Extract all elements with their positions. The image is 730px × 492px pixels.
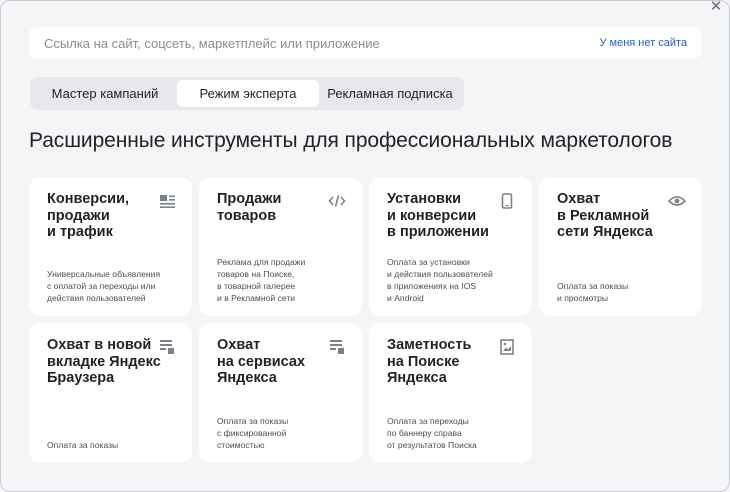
services-icon [328, 338, 346, 356]
card-description: Оплата за установки и действия пользоват… [387, 257, 493, 303]
close-icon[interactable]: ✕ [707, 1, 725, 15]
tab-campaign-wizard[interactable]: Мастер кампаний [33, 80, 177, 107]
tab-ad-subscription[interactable]: Рекламная подписка [319, 80, 461, 107]
no-site-link[interactable]: У меня нет сайта [599, 37, 687, 49]
card-description: Реклама для продажи товаров на Поиске, в… [217, 257, 306, 303]
card-browser-tab-reach[interactable]: Охват в новой вкладке Яндекс Браузера Оп… [29, 323, 192, 463]
card-search-visibility[interactable]: Заметность на Поиске Яндекса Оплата за п… [369, 323, 532, 463]
card-product-sales[interactable]: Продажи товаров Реклама для продажи това… [199, 177, 362, 316]
page-title: Расширенные инструменты для профессионал… [29, 129, 673, 152]
card-conversions-sales-traffic[interactable]: Конверсии, продажи и трафик Универсальны… [29, 177, 192, 316]
list-layout-icon [158, 192, 176, 210]
card-ad-network-reach[interactable]: Охват в Рекламной сети Яндекса Оплата за… [539, 177, 702, 316]
campaign-type-dialog: ✕ У меня нет сайта Мастер кампаний Режим… [0, 0, 730, 492]
card-description: Оплата за показы и просмотры [557, 281, 629, 303]
card-description: Оплата за показы с фиксированной стоимос… [217, 416, 289, 450]
card-app-installs[interactable]: Установки и конверсии в приложении Оплат… [369, 177, 532, 316]
eye-icon [668, 192, 686, 210]
card-description: Универсальные объявления с оплатой за пе… [47, 269, 161, 303]
browser-tab-icon [158, 338, 176, 356]
card-title: Охват в новой вкладке Яндекс Браузера [47, 337, 161, 386]
url-bar: У меня нет сайта [29, 27, 701, 59]
card-title: Продажи товаров [217, 191, 282, 224]
card-title: Охват в Рекламной сети Яндекса [557, 191, 653, 240]
card-title: Конверсии, продажи и трафик [47, 191, 130, 240]
banner-image-icon [498, 338, 516, 356]
card-description: Оплата за показы [47, 440, 119, 450]
card-title: Установки и конверсии в приложении [387, 191, 489, 240]
smartphone-icon [498, 192, 516, 210]
tab-expert-mode[interactable]: Режим эксперта [177, 80, 319, 107]
code-icon [328, 192, 346, 210]
card-title: Охват на сервисах Яндекса [217, 337, 306, 386]
card-yandex-services-reach[interactable]: Охват на сервисах Яндекса Оплата за пока… [199, 323, 362, 463]
url-input[interactable] [44, 35, 524, 51]
mode-tabs: Мастер кампаний Режим эксперта Рекламная… [30, 77, 464, 110]
card-description: Оплата за переходы по баннеру справа от … [387, 416, 477, 450]
card-title: Заметность на Поиске Яндекса [387, 337, 472, 386]
